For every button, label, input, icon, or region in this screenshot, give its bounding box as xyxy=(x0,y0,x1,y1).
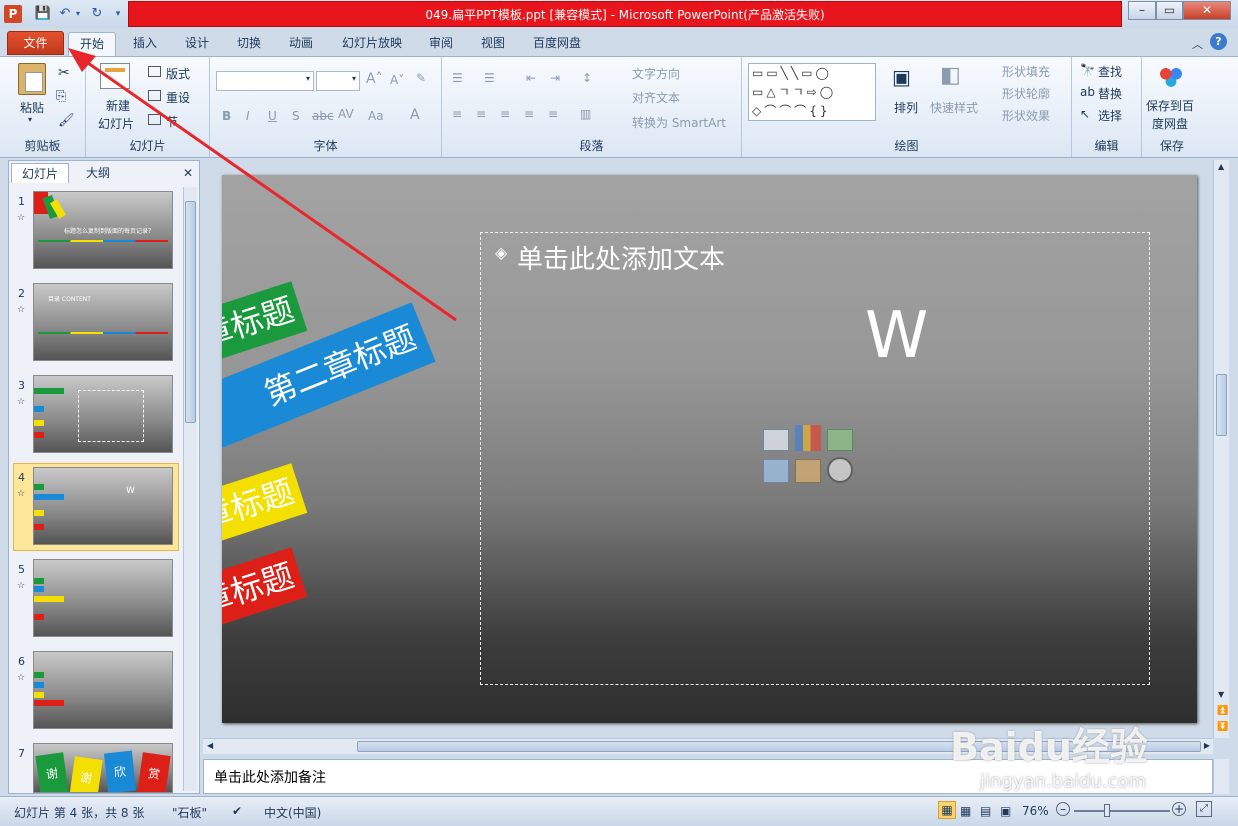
slideshow-view-icon[interactable]: ▣ xyxy=(1000,804,1011,818)
language-status[interactable]: 中文(中国) xyxy=(264,804,321,821)
zoom-level[interactable]: 76% xyxy=(1022,804,1049,818)
scroll-right-icon[interactable]: ▶ xyxy=(1204,741,1210,750)
prev-slide-icon[interactable]: ⏫ xyxy=(1217,706,1228,716)
scroll-down-icon[interactable]: ▼ xyxy=(1218,690,1224,699)
baidu-watermark: Baidu经验 jingyan.baidu.com xyxy=(950,716,1148,792)
theme-status[interactable]: "石板" xyxy=(172,804,207,821)
next-slide-icon[interactable]: ⏬ xyxy=(1217,722,1228,732)
zoom-slider[interactable] xyxy=(1074,804,1170,817)
slide-count-status: 幻灯片 第 4 张，共 8 张 xyxy=(14,806,145,820)
annotation-arrow xyxy=(68,48,457,322)
notes-scrollbar[interactable] xyxy=(1213,759,1229,794)
zoom-slider-thumb[interactable] xyxy=(1104,804,1110,817)
reading-view-icon[interactable]: ▤ xyxy=(980,804,991,818)
fit-to-window-icon[interactable]: ⤢ xyxy=(1196,801,1212,817)
normal-view-icon[interactable]: ▦ xyxy=(938,801,956,819)
zoom-out-icon[interactable]: – xyxy=(1056,802,1070,816)
vertical-scrollbar-thumb[interactable] xyxy=(1216,374,1227,436)
slide-sorter-icon[interactable]: ▦ xyxy=(960,804,971,818)
watermark-brand: Baidu经验 xyxy=(950,725,1148,769)
watermark-url: jingyan.baidu.com xyxy=(980,771,1147,792)
spellcheck-icon[interactable]: ✔ xyxy=(232,804,242,818)
status-bar: 幻灯片 第 4 张，共 8 张 "石板" ✔ 中文(中国) ▦ ▦ ▤ ▣ 76… xyxy=(0,796,1238,826)
scroll-left-icon[interactable]: ◀ xyxy=(207,741,213,750)
scroll-up-icon[interactable]: ▲ xyxy=(1218,162,1224,171)
notes-placeholder: 单击此处添加备注 xyxy=(214,770,326,786)
zoom-in-icon[interactable]: + xyxy=(1172,802,1186,816)
slide-vertical-scrollbar[interactable]: ▲ ▼ ⏫ ⏬ xyxy=(1213,160,1229,738)
